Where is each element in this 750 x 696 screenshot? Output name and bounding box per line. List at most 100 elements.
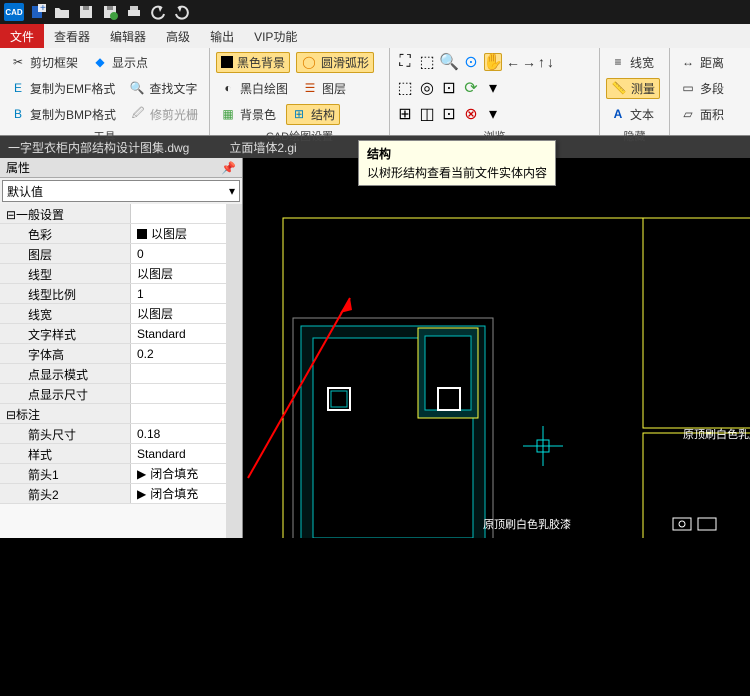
color-swatch [137,229,147,239]
prop-row[interactable]: 图层0 [0,244,242,264]
palette-icon: ▦ [220,106,236,122]
doc-tab-2[interactable]: 立面墙体2.gi [229,139,296,156]
new-icon[interactable]: + [28,3,48,21]
ribbon-group-hide: ≡线宽 📏测量 A文本 隐藏 [600,48,670,135]
view-icon-3[interactable]: ⊡ [440,79,458,97]
show-point-button[interactable]: ◆显示点 [88,53,152,72]
text-icon: A [610,106,626,122]
view-icon-5[interactable]: ▾ [484,79,502,97]
open-icon[interactable] [52,3,72,21]
find-text-button[interactable]: 🔍查找文字 [125,79,201,98]
view-icon-2[interactable]: ◎ [418,79,436,97]
view-icon-9[interactable]: ⊗ [462,105,480,123]
bg-color-button[interactable]: ▦背景色 [216,105,280,124]
prop-row[interactable]: 文字样式Standard [0,324,242,344]
copy-emf-button[interactable]: E复制为EMF格式 [6,79,119,98]
zoom-in-icon[interactable]: 🔍 [440,53,458,71]
arrow-icon: ▶ [137,467,146,481]
nav-right-icon[interactable]: → [522,54,536,70]
copy-bmp-button[interactable]: B复制为BMP格式 [6,105,120,124]
prop-row[interactable]: 字体高0.2 [0,344,242,364]
prop-row[interactable]: 箭头1▶闭合填充 [0,464,242,484]
prop-row[interactable]: 色彩以图层 [0,224,242,244]
ribbon-group-measure: ↔距离 ▭多段 ▱面积 [670,48,740,135]
bmp-icon: B [10,106,26,122]
nav-down-icon[interactable]: ↓ [547,54,554,70]
menu-viewer[interactable]: 查看器 [44,24,100,48]
prop-row[interactable]: 线型以图层 [0,264,242,284]
layers-button[interactable]: ☰图层 [298,79,350,98]
zoom-dyn-icon[interactable]: ⊙ [462,53,480,71]
distance-button[interactable]: ↔距离 [676,53,728,72]
scissors-icon: ✂ [10,54,26,70]
prop-row[interactable]: 点显示模式 [0,364,242,384]
ribbon-group-browse: ⛶ ⬚ 🔍 ⊙ ✋ ← → ↑ ↓ ⬚ ◎ ⊡ ⟳ ▾ ⊞ [390,48,600,135]
properties-header: 属性 📌 [0,158,242,178]
menu-advanced[interactable]: 高级 [156,24,200,48]
canvas-annotation: 原顶刷白色乳胶漆 [483,517,571,531]
view-icon-1[interactable]: ⬚ [396,79,414,97]
view-icon-6[interactable]: ⊞ [396,105,414,123]
view-icon-8[interactable]: ⊡ [440,105,458,123]
ribbon-label-measure [676,131,734,133]
view-icon-7[interactable]: ◫ [418,105,436,123]
menu-output[interactable]: 输出 [200,24,244,48]
area-button[interactable]: ▱面积 [676,105,728,124]
prop-row[interactable]: 样式Standard [0,444,242,464]
prop-row[interactable]: 线型比例1 [0,284,242,304]
ribbon-group-tools: ✂剪切框架 ◆显示点 E复制为EMF格式 🔍查找文字 B复制为BMP格式 🖉修剪… [0,48,210,135]
nav-up-icon[interactable]: ↑ [538,54,545,70]
menu-editor[interactable]: 编辑器 [100,24,156,48]
prop-row[interactable]: 点显示尺寸 [0,384,242,404]
svg-text:+: + [40,4,46,14]
undo-icon[interactable] [148,3,168,21]
zoom-extents-icon[interactable]: ⛶ [396,53,414,71]
save-icon[interactable] [76,3,96,21]
chevron-down-icon: ▾ [229,184,235,198]
lineweight-icon: ≡ [610,54,626,70]
black-bg-button[interactable]: 黑色背景 [216,52,290,73]
cut-frame-button[interactable]: ✂剪切框架 [6,53,82,72]
tooltip: 结构 以树形结构查看当前文件实体内容 [358,140,556,186]
orbit-icon[interactable]: ⟳ [462,79,480,97]
drawing-canvas[interactable]: 原顶刷白色乳胶 原顶刷白色乳胶漆 [243,158,750,538]
polyline-button[interactable]: ▭多段 [676,79,728,98]
canvas-annotation: 原顶刷白色乳胶 [683,427,750,441]
black-square-icon [221,56,233,68]
properties-panel: 属性 📌 默认值 ▾ ⊟一般设置 色彩以图层 图层0 线型以图层 线型比例1 线… [0,158,243,538]
search-icon: 🔍 [129,80,145,96]
print-icon[interactable] [124,3,144,21]
prop-row[interactable]: 箭头尺寸0.18 [0,424,242,444]
arc-icon: ◯ [301,54,317,70]
text-button[interactable]: A文本 [606,105,658,124]
properties-combo[interactable]: 默认值 ▾ [2,180,240,202]
nav-left-icon[interactable]: ← [506,54,520,70]
lineweight-button[interactable]: ≡线宽 [606,53,658,72]
doc-tab-1[interactable]: 一字型衣柜内部结构设计图集.dwg [8,139,189,156]
bw-draw-button[interactable]: ◐黑白绘图 [216,79,292,98]
emf-icon: E [10,80,26,96]
prop-row[interactable]: 线宽以图层 [0,304,242,324]
layers-icon: ☰ [302,80,318,96]
area-icon: ▱ [680,106,696,122]
menu-file[interactable]: 文件 [0,24,44,48]
category-general[interactable]: ⊟一般设置 [0,204,242,224]
measure-button[interactable]: 📏测量 [606,78,660,99]
ruler-icon: 📏 [611,80,627,96]
category-annotation[interactable]: ⊟标注 [0,404,242,424]
bw-icon: ◐ [220,80,236,96]
pin-icon[interactable]: 📌 [221,161,236,175]
scrollbar[interactable] [226,204,242,538]
trim-raster-button[interactable]: 🖉修剪光栅 [126,105,202,124]
redo-icon[interactable] [172,3,192,21]
view-icon-10[interactable]: ▾ [484,105,502,123]
zoom-window-icon[interactable]: ⬚ [418,53,436,71]
pan-icon[interactable]: ✋ [484,53,502,71]
menu-vip[interactable]: VIP功能 [244,24,307,48]
ribbon: ✂剪切框架 ◆显示点 E复制为EMF格式 🔍查找文字 B复制为BMP格式 🖉修剪… [0,48,750,136]
smooth-arc-button[interactable]: ◯圆滑弧形 [296,52,374,73]
ribbon-label-hide: 隐藏 [606,126,663,144]
structure-button[interactable]: ⊞结构 [286,104,340,125]
prop-row[interactable]: 箭头2▶闭合填充 [0,484,242,504]
saveas-icon[interactable] [100,3,120,21]
